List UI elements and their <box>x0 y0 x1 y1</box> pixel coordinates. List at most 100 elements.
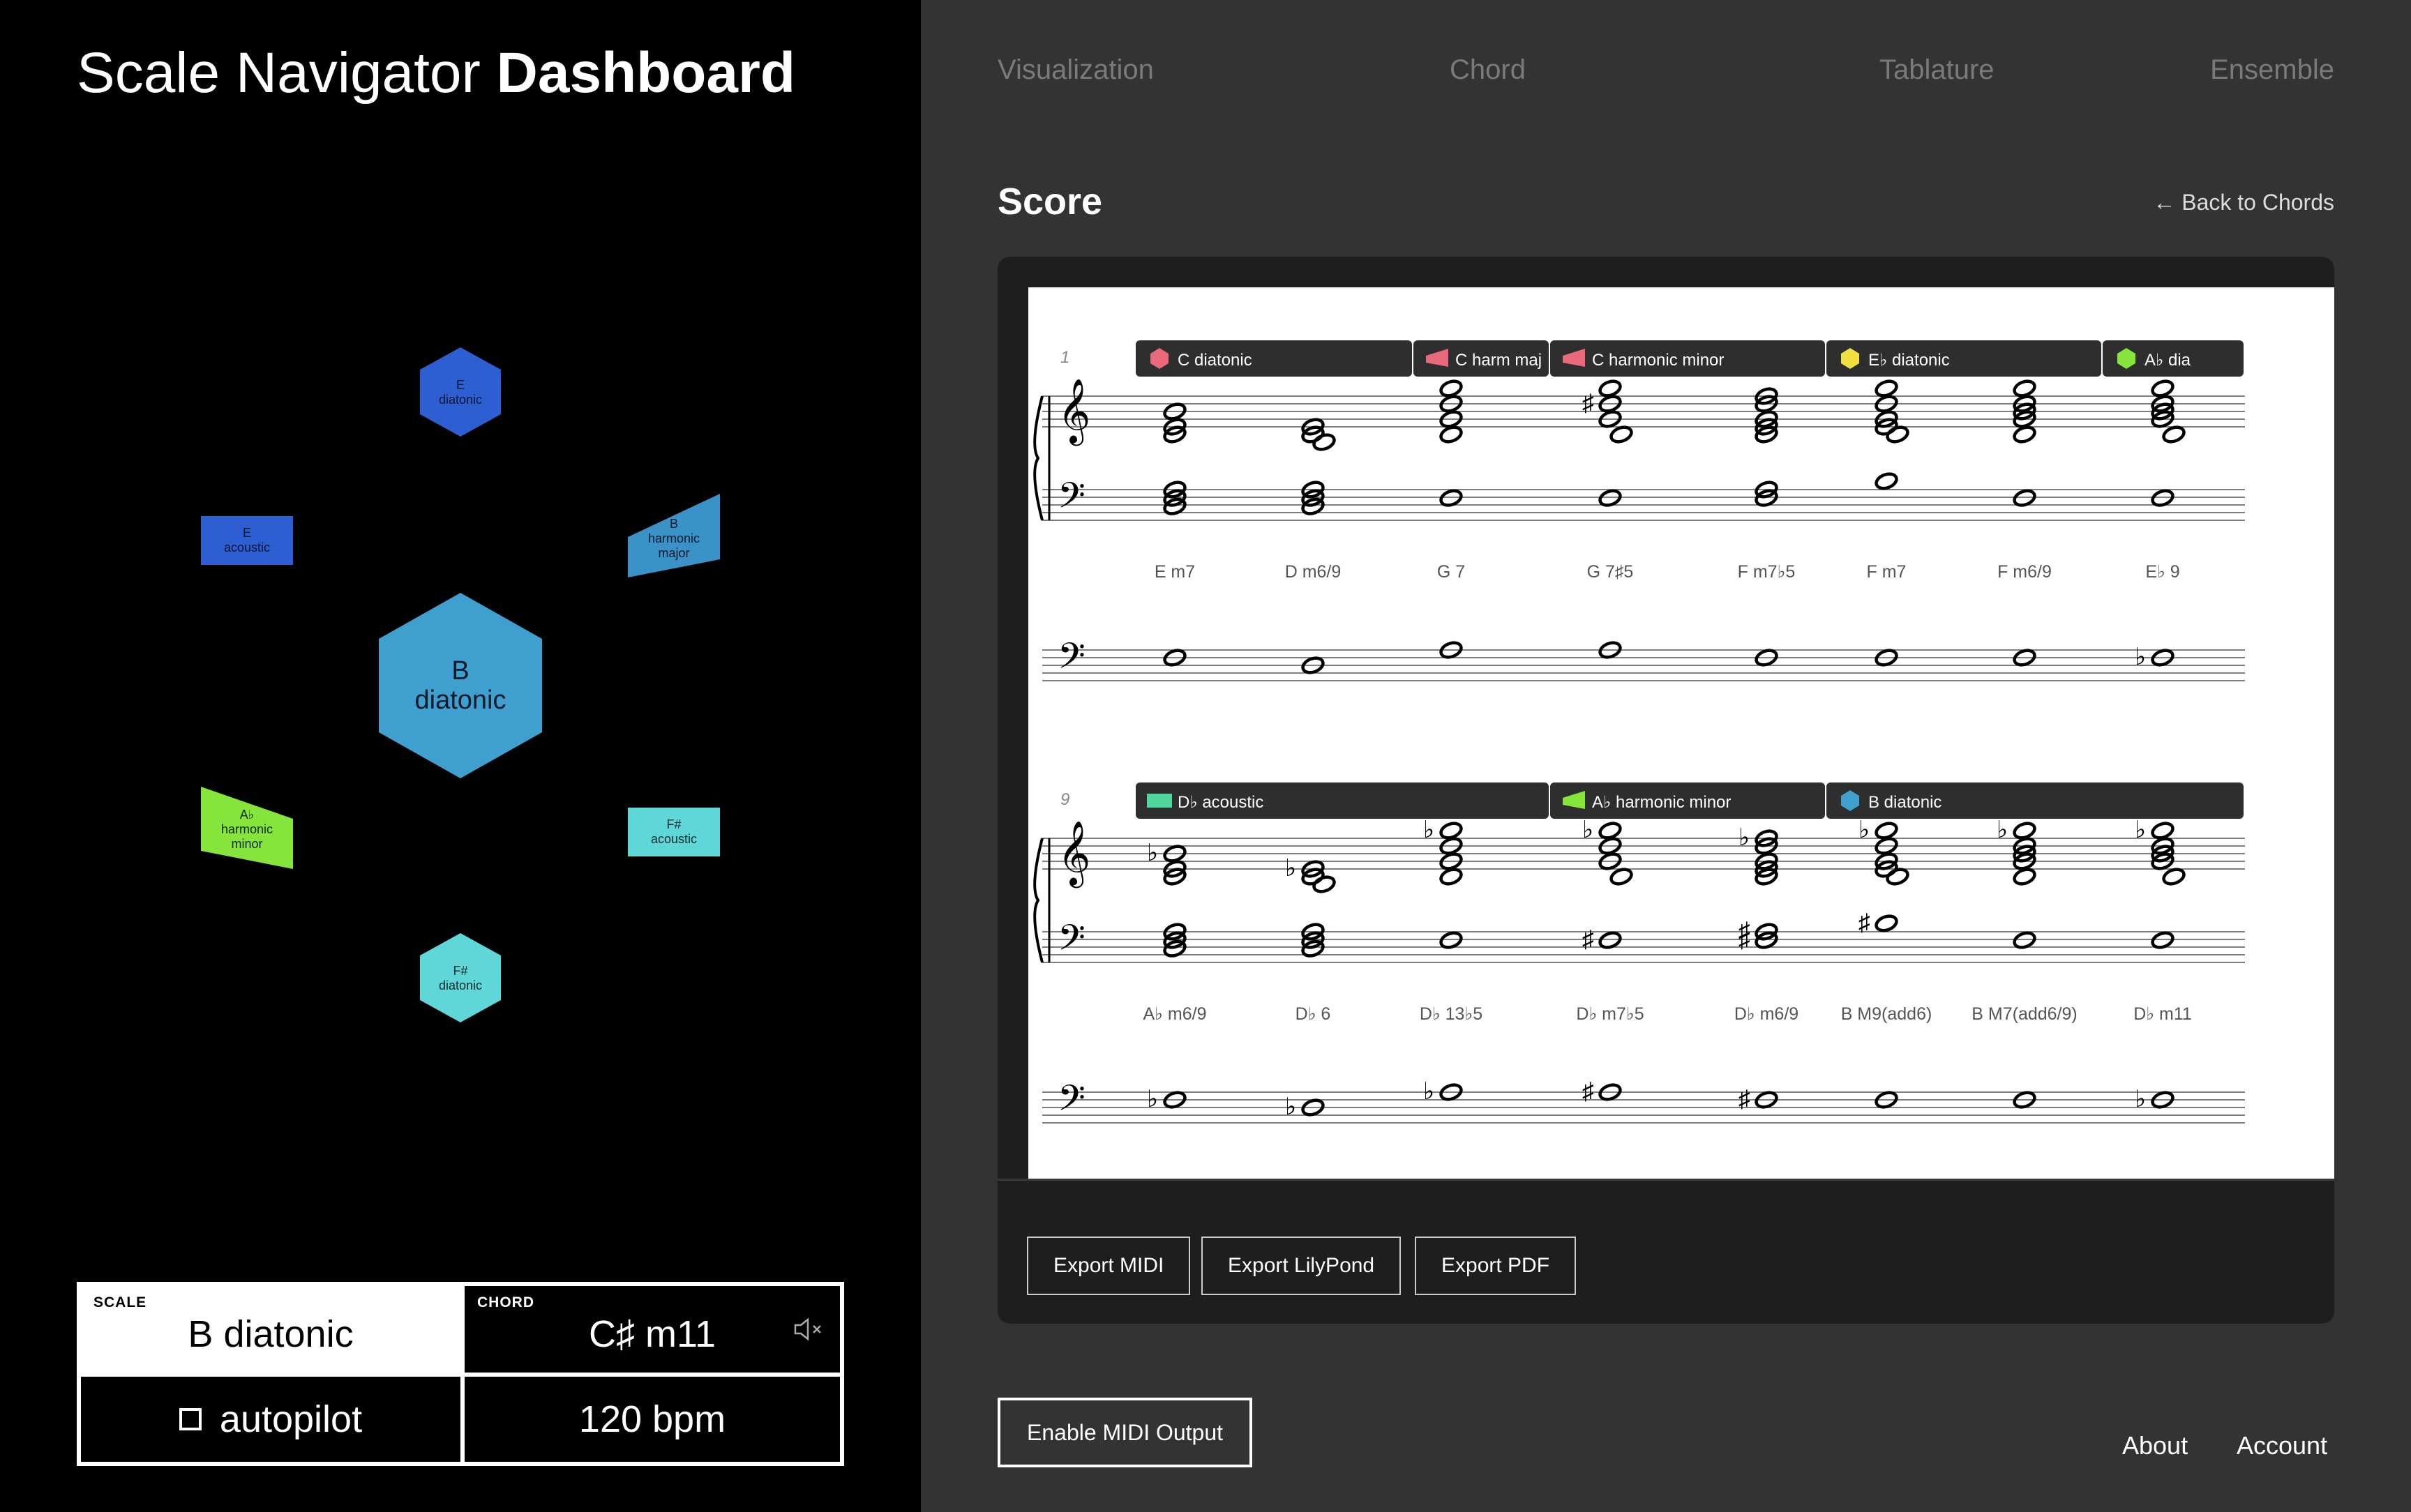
chord-notes: ♭♯ <box>1858 817 1909 1109</box>
node-ab-harmonic-minor-line1: A♭ <box>240 808 255 822</box>
scale-rectangle-icon <box>1147 794 1172 808</box>
export-midi-button[interactable]: Export MIDI <box>1027 1237 1191 1295</box>
tab-ensemble[interactable]: Ensemble <box>2210 54 2334 86</box>
bass-clef-icon: 𝄢 <box>1058 476 1086 524</box>
node-fs-diatonic-hexagon[interactable] <box>420 933 501 1022</box>
scale-bar: C diatonic <box>1136 340 1412 377</box>
node-e-diatonic[interactable]: E diatonic <box>420 347 501 437</box>
account-link[interactable]: Account <box>2237 1431 2327 1460</box>
bass-clef-icon: 𝄢 <box>1058 918 1086 967</box>
export-pdf-button[interactable]: Export PDF <box>1415 1237 1577 1295</box>
scale-bar: D♭ acoustic <box>1136 783 1549 819</box>
score-sheet: 𝄞 𝄢 𝄢 ♯ ♭ 𝄞 𝄢 𝄢 ♭ ♭ ♭ ♭ ♭ ♭ ♭ ♯ ♯ ♭ ♯ ♯ ♯ ♭ ♯ ♭ ♭ ♭ 1C diatonic C … <box>1028 287 2334 1179</box>
center-node-line2: diatonic <box>415 686 506 715</box>
accidental: ♭ <box>1423 817 1434 843</box>
autopilot-row: autopilot <box>81 1398 460 1441</box>
scale-bar-label: C diatonic <box>1178 351 1252 370</box>
note-head <box>1886 868 1909 886</box>
autopilot-label: autopilot <box>219 1398 363 1440</box>
scale-value: B diatonic <box>188 1313 354 1355</box>
autopilot-toggle[interactable]: autopilot <box>79 1375 463 1464</box>
accidental: ♭ <box>1285 855 1296 882</box>
accidental: ♯ <box>1858 909 1870 936</box>
note-head <box>1875 914 1898 932</box>
card-divider <box>998 1179 2334 1181</box>
node-e-acoustic-line1: E <box>243 526 251 540</box>
note-head <box>1886 425 1909 444</box>
scale-bar-label: B diatonic <box>1868 793 1941 812</box>
accidental: ♭ <box>1147 840 1158 866</box>
scale-bar-label: A♭ dia <box>2145 351 2191 370</box>
chord-notes: ♭ ♯ ♯ <box>1582 817 1633 1105</box>
system-brace <box>1033 395 1044 521</box>
note-head <box>2162 868 2186 886</box>
scale-bar: E♭ diatonic <box>1826 340 2101 377</box>
node-fs-acoustic[interactable]: F# acoustic <box>628 808 720 856</box>
tempo-cell[interactable]: 120 bpm <box>463 1375 842 1464</box>
node-fs-acoustic-line1: F# <box>666 817 681 831</box>
chord-notes <box>1875 379 1909 667</box>
chord-symbol: F m7♭5 <box>1738 562 1796 582</box>
accidental: ♭ <box>2135 1086 2146 1112</box>
chord-notes: ♭♭ <box>1423 817 1463 1105</box>
top-nav: Visualization Chord Tablature Ensemble <box>998 54 2334 96</box>
node-fs-diatonic[interactable]: F# diatonic <box>420 933 501 1022</box>
chord-value: C♯ m11 <box>588 1313 716 1355</box>
enable-midi-output-button[interactable]: Enable MIDI Output <box>998 1398 1253 1467</box>
checkbox-icon[interactable] <box>179 1407 202 1430</box>
accidental: ♯ <box>1738 926 1750 953</box>
node-ab-harmonic-minor-line3: minor <box>231 837 262 851</box>
accidental: ♭ <box>1582 817 1593 843</box>
tab-visualization[interactable]: Visualization <box>998 54 1154 86</box>
chord-symbol: E m7 <box>1155 562 1195 582</box>
note-head <box>1312 875 1336 893</box>
center-node[interactable]: B diatonic <box>379 593 542 778</box>
scale-bar: A♭ dia <box>2103 340 2244 377</box>
node-b-harmonic-major-line3: major <box>658 546 689 560</box>
scale-bar: B diatonic <box>1826 783 2244 819</box>
left-panel: Scale Navigator Dashboard B diatonic E d… <box>0 0 921 1512</box>
node-e-diatonic-hexagon[interactable] <box>420 347 501 437</box>
node-b-harmonic-major[interactable]: B harmonic major <box>628 494 720 577</box>
about-link[interactable]: About <box>2122 1431 2188 1460</box>
speaker-muted-icon[interactable] <box>793 1317 825 1342</box>
score-viewport[interactable]: 𝄞 𝄢 𝄢 ♯ ♭ 𝄞 𝄢 𝄢 ♭ ♭ ♭ ♭ ♭ ♭ ♭ ♯ ♯ ♭ ♯ ♯ ♯ ♭ ♯ ♭ ♭ ♭ 1C diatonic C … <box>998 257 2334 1179</box>
scale-cell: SCALE B diatonic <box>79 1284 463 1375</box>
note-head <box>1609 868 1633 886</box>
note-head <box>1439 425 1463 444</box>
accidental: ♯ <box>1582 390 1594 416</box>
node-ab-harmonic-minor[interactable]: A♭ harmonic minor <box>201 787 293 869</box>
scale-bar-label: E♭ diatonic <box>1868 351 1950 370</box>
chord-cell: CHORD C♯ m11 <box>463 1284 842 1375</box>
accidental: ♭ <box>1423 1078 1434 1105</box>
app-title: Scale Navigator Dashboard <box>77 40 795 106</box>
chord-notes <box>1755 387 1778 667</box>
node-b-harmonic-major-line1: B <box>670 517 678 531</box>
export-lilypond-button[interactable]: Export LilyPond <box>1201 1237 1402 1295</box>
scale-network-graph: B diatonic E diatonic E acoustic B harmo… <box>201 347 720 1022</box>
treble-clef-icon: 𝄞 <box>1058 379 1090 446</box>
app-title-light: Scale Navigator <box>77 41 481 105</box>
chord-symbol: G 7 <box>1437 562 1465 582</box>
score-card: 𝄞 𝄢 𝄢 ♯ ♭ 𝄞 𝄢 𝄢 ♭ ♭ ♭ ♭ ♭ ♭ ♭ ♯ ♯ ♭ ♯ ♯ ♯ ♭ ♯ ♭ ♭ ♭ 1C diatonic C … <box>998 257 2334 1324</box>
node-e-acoustic-line2: acoustic <box>224 540 270 554</box>
treble-staff <box>1042 838 2245 870</box>
app-title-bold: Dashboard <box>496 41 795 105</box>
bass-staff <box>1042 931 2245 963</box>
back-to-chords-link[interactable]: ← Back to Chords <box>2153 190 2334 216</box>
node-fs-diatonic-line1: F# <box>453 964 467 978</box>
bass-clef-icon: 𝄢 <box>1058 1079 1086 1127</box>
pedal-staff <box>1042 649 2245 681</box>
node-e-acoustic[interactable]: E acoustic <box>201 516 293 565</box>
right-panel: Visualization Chord Tablature Ensemble S… <box>921 0 2411 1512</box>
system-brace <box>1033 838 1044 963</box>
tab-chord[interactable]: Chord <box>1450 54 1526 86</box>
note-head <box>2162 425 2186 444</box>
node-ab-harmonic-minor-line2: harmonic <box>221 822 273 836</box>
score-heading: Score <box>998 181 1103 222</box>
measure-number: 1 <box>1060 348 1069 367</box>
treble-clef-icon: 𝄞 <box>1058 822 1090 888</box>
note-head <box>2013 425 2036 444</box>
chord-symbol: E♭ 9 <box>2145 562 2179 582</box>
tab-tablature[interactable]: Tablature <box>1879 54 1995 86</box>
